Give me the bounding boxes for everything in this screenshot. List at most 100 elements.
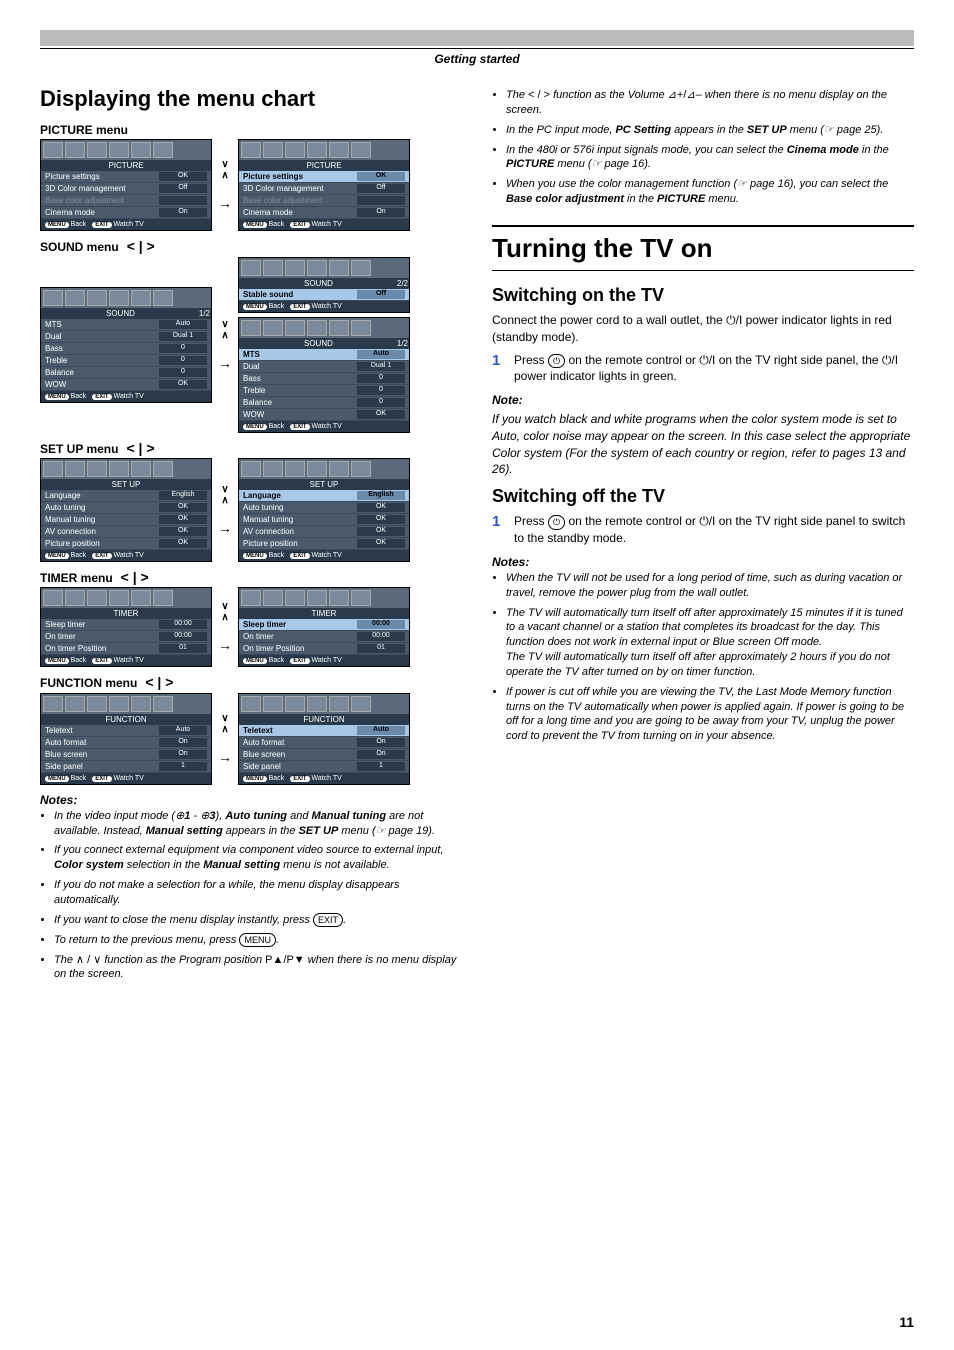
menu-title: PICTURE [239,160,409,171]
menu-tab-icons [239,258,409,278]
menu-row: Sleep timer00:00 [239,619,409,631]
menu-row: Auto tuningOK [41,502,211,514]
menu-row: Treble0 [41,355,211,367]
left-title: Displaying the menu chart [40,86,462,112]
menu-screenshot: SET UP LanguageEnglishAuto tuningOKManua… [40,458,212,562]
menu-row: Base color adjustment [239,195,409,207]
menu-title: SET UP [41,479,211,490]
menu-pair: TIMER Sleep timer00:00On timer00:00On ti… [40,587,462,667]
transition-arrows [218,484,232,536]
note-item: The < / > function as the Volume ⊿+/⊿– w… [506,88,914,118]
menu-tab-icons [239,694,409,714]
menu-tab-icons [239,140,409,160]
note-item: If you do not make a selection for a whi… [54,878,462,908]
menu-footer: MENU BackEXIT Watch TV [41,773,211,784]
menu-row: Base color adjustment [41,195,211,207]
menu-row: Balance0 [41,367,211,379]
step-number: 1 [492,513,506,547]
turning-on-heading: Turning the TV on [492,225,914,271]
menu-row: Auto tuningOK [239,502,409,514]
menu-row: WOWOK [239,409,409,421]
menu-section-label: SOUND menu< | > [40,239,462,254]
menu-screenshot: SOUND2/2 Stable soundOff MENU BackEXIT W… [238,257,410,313]
menu-screenshot: PICTURE Picture settingsOK3D Color manag… [40,139,212,231]
note-item: In the PC input mode, PC Setting appears… [506,123,914,138]
menu-pair: SET UP LanguageEnglishAuto tuningOKManua… [40,458,462,562]
note-item: If you connect external equipment via co… [54,843,462,873]
menu-title: TIMER [41,608,211,619]
menu-row: Auto formatOn [239,737,409,749]
menu-row: Treble0 [239,385,409,397]
menu-row: AV connectionOK [239,526,409,538]
notes-continued: The < / > function as the Volume ⊿+/⊿– w… [492,88,914,207]
menu-section-label: TIMER menu< | > [40,570,462,585]
menu-footer: MENU BackEXIT Watch TV [41,219,211,230]
menu-row: DualDual 1 [239,361,409,373]
menu-footer: MENU BackEXIT Watch TV [239,301,409,312]
menu-row: On timer Position01 [41,643,211,655]
menu-row: LanguageEnglish [239,490,409,502]
menu-row: Auto formatOn [41,737,211,749]
menu-row: LanguageEnglish [41,490,211,502]
menu-screenshot: SET UP LanguageEnglishAuto tuningOKManua… [238,458,410,562]
menu-tab-icons [41,694,211,714]
menu-row: DualDual 1 [41,331,211,343]
left-column: Displaying the menu chart PICTURE menu P… [40,86,462,990]
switch-on-step: 1 Press ⏻ on the remote control or ⏻/I o… [492,352,914,386]
menu-screenshot: TIMER Sleep timer00:00On timer00:00On ti… [40,587,212,667]
menu-footer: MENU BackEXIT Watch TV [41,391,211,402]
menu-screenshot: SOUND1/2 MTSAutoDualDual 1Bass0Treble0Ba… [40,287,212,403]
menu-row: 3D Color managementOff [41,183,211,195]
menu-row: Bass0 [41,343,211,355]
menu-row: MTSAuto [239,349,409,361]
menu-row: Cinema modeOn [41,207,211,219]
top-bar [40,30,914,46]
menu-row: Sleep timer00:00 [41,619,211,631]
menu-tab-icons [41,288,211,308]
menu-tab-icons [239,588,409,608]
menu-footer: MENU BackEXIT Watch TV [41,655,211,666]
menu-row: 3D Color managementOff [239,183,409,195]
menu-footer: MENU BackEXIT Watch TV [239,550,409,561]
menu-row: Picture settingsOK [41,171,211,183]
menu-screenshot: FUNCTION TeletextAutoAuto formatOnBlue s… [40,693,212,785]
menu-footer: MENU BackEXIT Watch TV [239,219,409,230]
note-heading: Note: [492,393,914,407]
menu-section-label: FUNCTION menu< | > [40,675,462,690]
switch-on-heading: Switching on the TV [492,285,914,306]
menu-row: Manual tuningOK [239,514,409,526]
menu-section-label: SET UP menu< | > [40,441,462,456]
menu-tab-icons [41,459,211,479]
menu-row: On timer Position01 [239,643,409,655]
menu-row: Cinema modeOn [239,207,409,219]
transition-arrows [218,601,232,653]
note-item: If power is cut off while you are viewin… [506,685,914,744]
notes-heading: Notes: [492,555,914,569]
menu-footer: MENU BackEXIT Watch TV [239,655,409,666]
switch-on-text: Connect the power cord to a wall outlet,… [492,312,914,346]
note-item: In the 480i or 576i input signals mode, … [506,143,914,173]
menu-row: TeletextAuto [41,725,211,737]
menu-screenshot: PICTURE Picture settingsOK3D Color manag… [238,139,410,231]
menu-row: AV connectionOK [41,526,211,538]
switch-off-step: 1 Press ⏻ on the remote control or ⏻/I o… [492,513,914,547]
note-item: When you use the color management functi… [506,177,914,207]
right-column: The < / > function as the Volume ⊿+/⊿– w… [492,86,914,990]
menu-title: FUNCTION [41,714,211,725]
note-item: The TV will automatically turn itself of… [506,606,914,680]
menu-footer: MENU BackEXIT Watch TV [239,773,409,784]
menu-row: Manual tuningOK [41,514,211,526]
note-item: The ∧ / ∨ function as the Program positi… [54,953,462,983]
menu-row: Balance0 [239,397,409,409]
notes-heading: Notes: [40,793,462,807]
menu-title: SET UP [239,479,409,490]
note-item: If you want to close the menu display in… [54,913,462,928]
menu-screenshot: FUNCTION TeletextAutoAuto formatOnBlue s… [238,693,410,785]
menu-row: On timer00:00 [41,631,211,643]
menu-row: Picture positionOK [41,538,211,550]
transition-arrows [218,159,232,211]
step-text: Press ⏻ on the remote control or ⏻/I on … [514,513,914,547]
menu-row: TeletextAuto [239,725,409,737]
note-item: In the video input mode (⊕1 - ⊕3), Auto … [54,809,462,839]
page-number: 11 [899,1314,914,1330]
